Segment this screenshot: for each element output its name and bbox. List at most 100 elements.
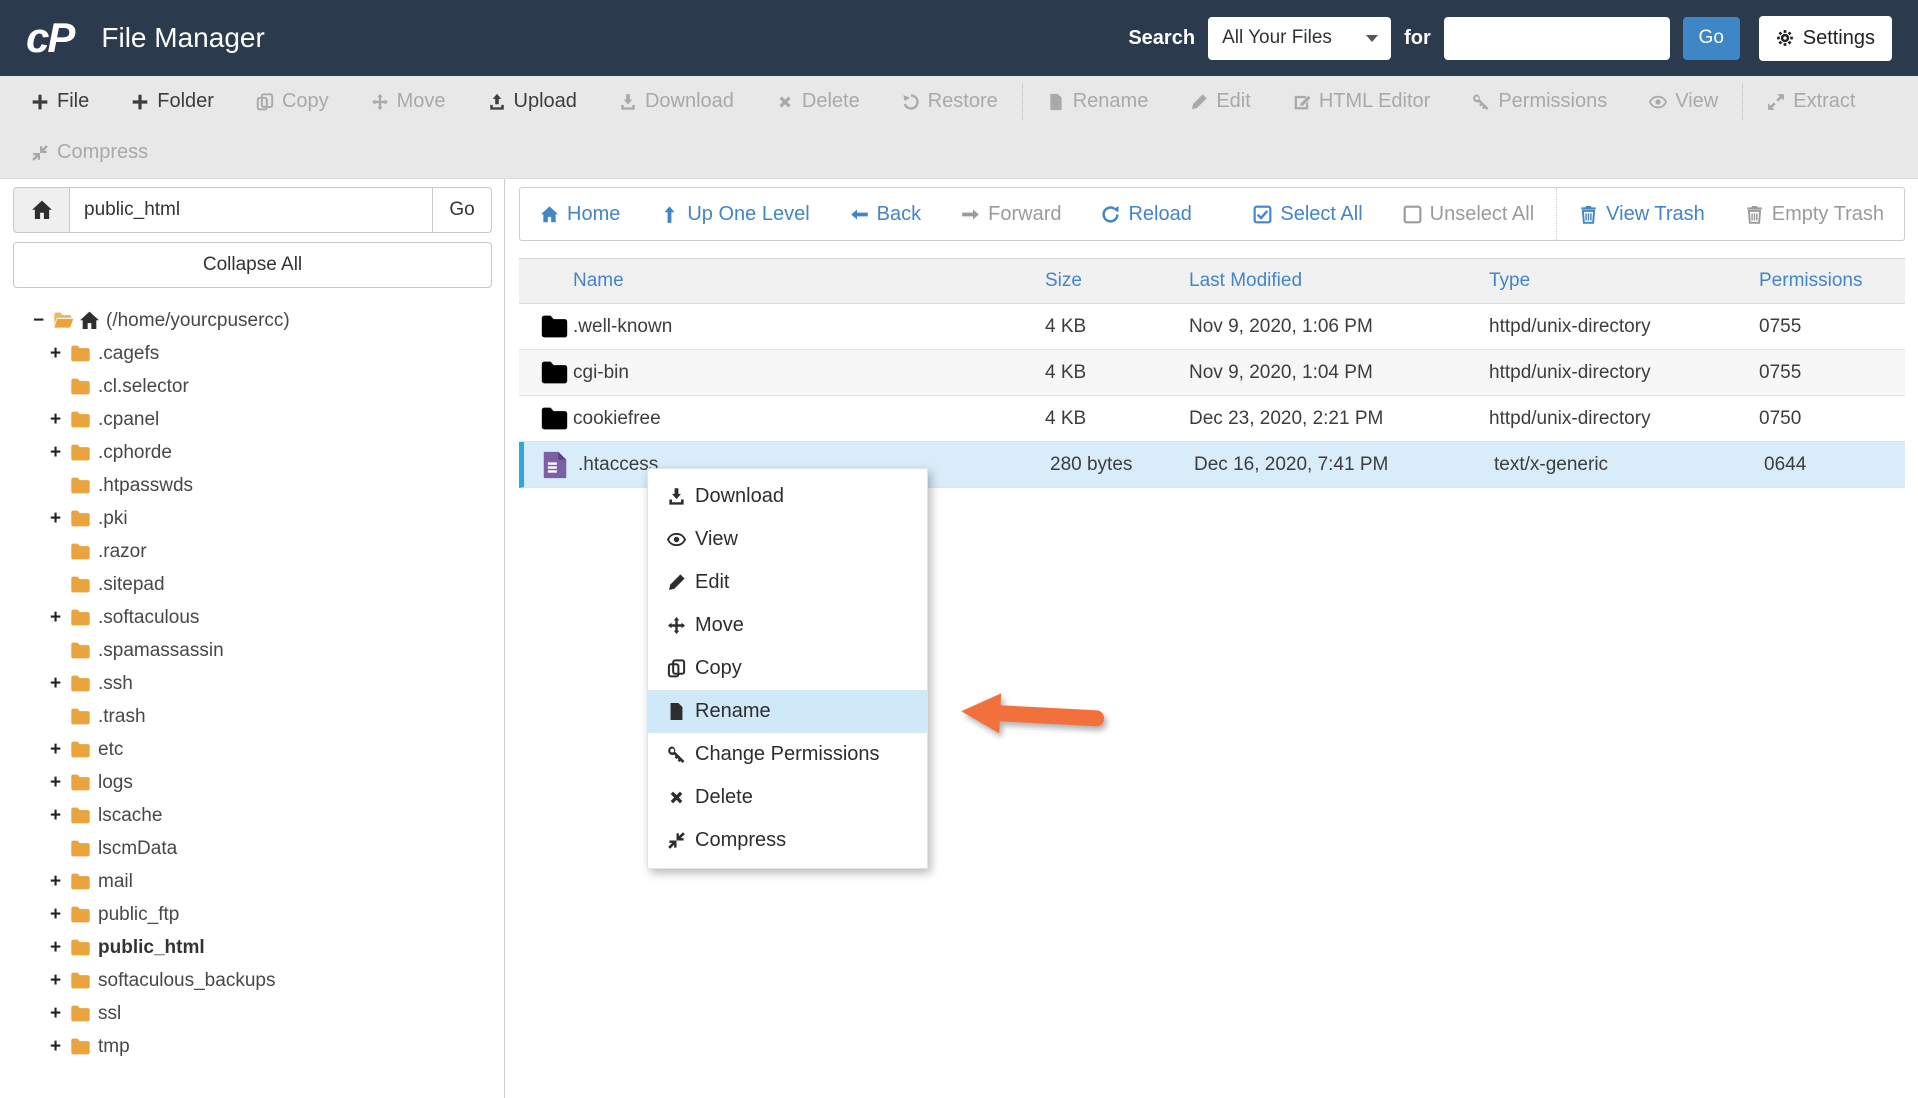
tree-collapse-toggle[interactable]: −: [33, 310, 53, 332]
tree-item-softaculous[interactable]: + .softaculous: [13, 601, 492, 634]
tree-item-logs[interactable]: + logs: [13, 766, 492, 799]
tree-item-cphorde[interactable]: + .cphorde: [13, 436, 492, 469]
file-size: 4 KB: [1045, 361, 1087, 383]
context-menu-delete[interactable]: Delete: [648, 776, 927, 819]
file-name[interactable]: .well-known: [573, 316, 1045, 338]
context-menu-compress[interactable]: Compress: [648, 819, 927, 862]
tree-item-cagefs[interactable]: + .cagefs: [13, 337, 492, 370]
cpanel-logo[interactable]: cP: [26, 14, 75, 62]
tree-expand-toggle[interactable]: +: [50, 904, 70, 926]
tree-item-spamassassin[interactable]: .spamassassin: [13, 634, 492, 667]
tree-item-lscache[interactable]: + lscache: [13, 799, 492, 832]
tree-expand-toggle[interactable]: +: [50, 937, 70, 959]
nav-up-one-level-button[interactable]: Up One Level: [640, 203, 829, 226]
folder-icon: [70, 772, 91, 793]
tree-item-htpasswds[interactable]: .htpasswds: [13, 469, 492, 502]
table-row-cookiefree[interactable]: cookiefree 4 KB Dec 23, 2020, 2:21 PM ht…: [519, 396, 1905, 442]
search-input[interactable]: [1443, 16, 1670, 60]
path-go-button[interactable]: Go: [433, 187, 492, 233]
tree-item-lscmdata[interactable]: lscmData: [13, 832, 492, 865]
tree-expand-toggle[interactable]: +: [50, 442, 70, 464]
context-menu-view[interactable]: View: [648, 518, 927, 561]
tree-expand-toggle[interactable]: +: [50, 508, 70, 530]
tree-item-sitepad[interactable]: .sitepad: [13, 568, 492, 601]
tree-item-etc[interactable]: + etc: [13, 733, 492, 766]
compress-icon: [31, 144, 49, 162]
nav-empty-trash-button: Empty Trash: [1725, 203, 1904, 226]
tree-expand-toggle[interactable]: +: [50, 409, 70, 431]
x-icon: [776, 93, 794, 111]
tree-expand-toggle[interactable]: +: [50, 739, 70, 761]
tree-expand-toggle[interactable]: +: [50, 805, 70, 827]
tree-item-razor[interactable]: .razor: [13, 535, 492, 568]
tree-item-public-ftp[interactable]: + public_ftp: [13, 898, 492, 931]
collapse-all-button[interactable]: Collapse All: [13, 242, 492, 288]
column-header-size[interactable]: Size: [1045, 270, 1189, 292]
nav-back-button[interactable]: Back: [830, 203, 941, 226]
download-icon: [619, 93, 637, 111]
tree-item-ssh[interactable]: + .ssh: [13, 667, 492, 700]
tree-item-mail[interactable]: + mail: [13, 865, 492, 898]
toolbar-copy-button: Copy: [235, 76, 350, 127]
home-button[interactable]: [13, 187, 70, 233]
file-modified: Nov 9, 2020, 1:04 PM: [1189, 361, 1373, 383]
toolbar-file-button[interactable]: File: [10, 76, 110, 127]
toolbar-folder-button[interactable]: Folder: [110, 76, 235, 127]
tree-expand-toggle[interactable]: +: [50, 772, 70, 794]
tree-item-public-html[interactable]: + public_html: [13, 931, 492, 964]
tree-expand-toggle[interactable]: +: [50, 607, 70, 629]
settings-button[interactable]: Settings: [1758, 15, 1892, 61]
tree-item-softaculous-backups[interactable]: + softaculous_backups: [13, 964, 492, 997]
tree-expand-toggle[interactable]: +: [50, 343, 70, 365]
toolbar-upload-button[interactable]: Upload: [467, 76, 598, 127]
nav-select-all-button[interactable]: Select All: [1233, 203, 1382, 226]
column-header-permissions[interactable]: Permissions: [1759, 270, 1905, 292]
column-header-last-modified[interactable]: Last Modified: [1189, 270, 1489, 292]
toolbar-label: Folder: [157, 90, 214, 112]
tree-item-tmp[interactable]: + tmp: [13, 1030, 492, 1063]
column-header-name[interactable]: Name: [573, 270, 1045, 292]
folder-icon: [70, 706, 91, 727]
table-row-cgi-bin[interactable]: cgi-bin 4 KB Nov 9, 2020, 1:04 PM httpd/…: [519, 350, 1905, 396]
search-scope-value: All Your Files: [1222, 27, 1332, 48]
tree-item-trash[interactable]: .trash: [13, 700, 492, 733]
search-go-button[interactable]: Go: [1682, 16, 1740, 60]
context-menu-download[interactable]: Download: [648, 475, 927, 518]
tree-expand-toggle[interactable]: +: [50, 970, 70, 992]
tree-item-label: logs: [98, 771, 133, 793]
tree-item-cl-selector[interactable]: .cl.selector: [13, 370, 492, 403]
tree-item-pki[interactable]: + .pki: [13, 502, 492, 535]
nav-view-trash-button[interactable]: View Trash: [1559, 203, 1725, 226]
file-name[interactable]: cgi-bin: [573, 362, 1045, 384]
context-menu-edit[interactable]: Edit: [648, 561, 927, 604]
context-menu-change-permissions[interactable]: Change Permissions: [648, 733, 927, 776]
nav-label: Up One Level: [687, 202, 810, 225]
nav-reload-button[interactable]: Reload: [1081, 203, 1211, 226]
tree-expand-toggle[interactable]: +: [50, 673, 70, 695]
context-menu-rename[interactable]: Rename: [648, 690, 927, 733]
context-menu: Download View Edit Move Copy Rename Chan…: [647, 468, 928, 869]
nav-home-button[interactable]: Home: [520, 203, 640, 226]
tree-expand-toggle[interactable]: +: [50, 1036, 70, 1058]
file-name[interactable]: cookiefree: [573, 408, 1045, 430]
folder-icon: [70, 343, 91, 364]
tree-item-ssl[interactable]: + ssl: [13, 997, 492, 1030]
tree-item-home-root[interactable]: − (/home/yourcpusercc): [13, 304, 492, 337]
search-scope-select[interactable]: All Your Files: [1208, 16, 1392, 60]
context-menu-copy[interactable]: Copy: [648, 647, 927, 690]
tree-item-label: .softaculous: [98, 606, 200, 628]
path-input[interactable]: [70, 187, 433, 233]
file-icon: [667, 702, 686, 721]
tree-expand-toggle[interactable]: +: [50, 871, 70, 893]
table-header-row: Name Size Last Modified Type Permissions: [519, 258, 1905, 304]
context-menu-move[interactable]: Move: [648, 604, 927, 647]
file-icon: [1047, 93, 1065, 111]
table-row-well-known[interactable]: .well-known 4 KB Nov 9, 2020, 1:06 PM ht…: [519, 304, 1905, 350]
folder-icon: [70, 541, 91, 562]
menu-label: Edit: [695, 571, 730, 593]
toolbar-restore-button: Restore: [881, 76, 1019, 127]
column-header-type[interactable]: Type: [1489, 270, 1759, 292]
tree-item-cpanel[interactable]: + .cpanel: [13, 403, 492, 436]
toolbar-rename-button: Rename: [1026, 76, 1170, 127]
tree-expand-toggle[interactable]: +: [50, 1003, 70, 1025]
